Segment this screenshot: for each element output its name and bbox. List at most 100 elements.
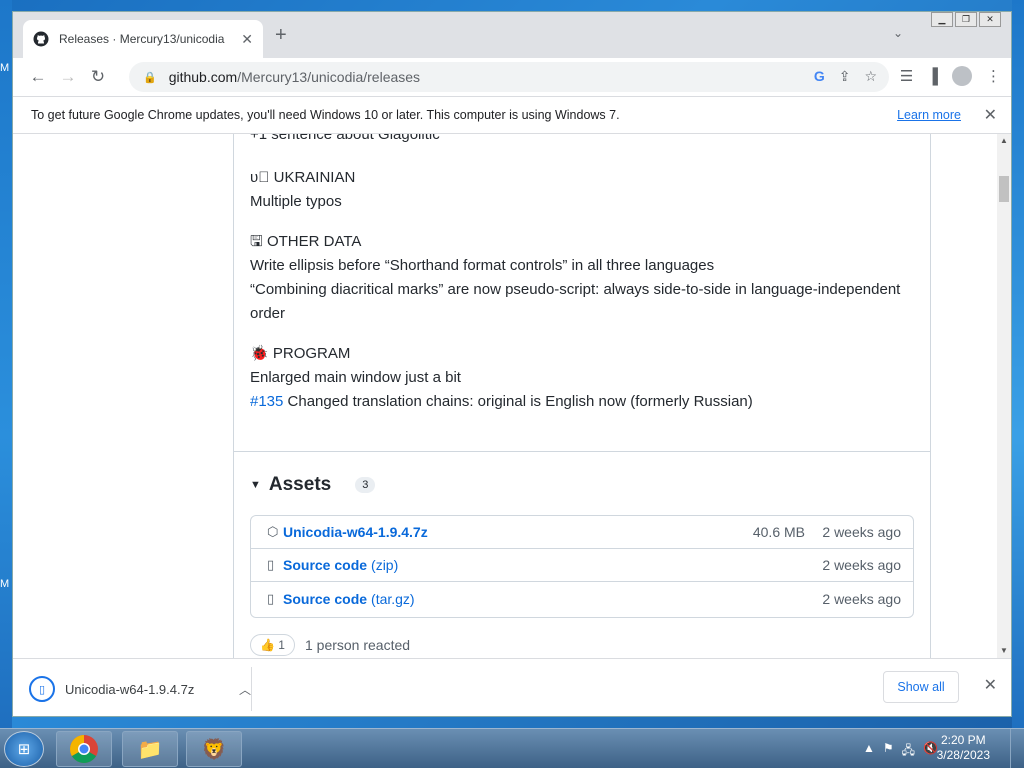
reaction-button[interactable]: 👍 1 xyxy=(250,634,295,656)
minimize-button[interactable]: ▁ xyxy=(931,12,953,27)
file-icon: ▯ xyxy=(29,676,55,702)
desktop-background-right xyxy=(1012,0,1024,728)
issue-link[interactable]: #135 xyxy=(250,393,283,410)
google-icon[interactable]: G xyxy=(814,68,825,85)
scrollbar-thumb[interactable] xyxy=(999,176,1009,202)
tab-title: Releases · Mercury13/unicodia xyxy=(59,32,225,46)
url-host: github.com xyxy=(168,69,238,85)
folder-icon: 📁 xyxy=(137,738,163,761)
show-all-button[interactable]: Show all xyxy=(883,671,959,703)
release-card: +1 sentence about Glagolitic ᴜ⃞ UKRAINIA… xyxy=(233,134,931,658)
section-heading: PROGRAM xyxy=(272,345,351,362)
show-desktop-button[interactable] xyxy=(1010,729,1024,768)
reading-list-icon[interactable]: ☰ xyxy=(900,67,913,85)
back-icon[interactable]: ← xyxy=(23,67,53,87)
asset-row: ▯ Source code (tar.gz) 2 weeks ago xyxy=(251,582,913,615)
release-note-line: “Combining diacritical marks” are now ps… xyxy=(250,281,901,322)
new-tab-icon[interactable]: + xyxy=(275,24,287,47)
scroll-down-arrow-icon[interactable]: ▼ xyxy=(997,644,1011,658)
lock-icon[interactable]: 🔒 xyxy=(143,71,157,84)
release-section-ukrainian: ᴜ⃞ UKRAINIAN Multiple typos xyxy=(250,166,910,214)
close-infobar-icon[interactable]: ✕ xyxy=(984,105,997,125)
section-heading: UKRAINIAN xyxy=(273,169,356,186)
start-button[interactable]: ⊞ xyxy=(4,731,44,767)
update-infobar: To get future Google Chrome updates, you… xyxy=(13,96,1011,134)
asset-date: 2 weeks ago xyxy=(822,524,901,540)
close-tab-icon[interactable]: ✕ xyxy=(241,31,253,48)
bookmark-star-icon[interactable]: ☆ xyxy=(864,68,877,85)
system-tray: ▲ ⚑ 🖧 🔇 xyxy=(863,741,938,762)
profile-avatar[interactable] xyxy=(952,66,972,86)
network-icon[interactable]: 🖧 xyxy=(902,741,915,762)
close-download-bar-icon[interactable]: ✕ xyxy=(984,675,997,695)
file-zip-icon: ▯ xyxy=(267,590,275,606)
asset-name: Source code xyxy=(283,590,368,607)
brave-lion-icon: 🦁 xyxy=(201,738,227,761)
desktop-icon-label[interactable]: M xyxy=(0,578,9,590)
release-note-line: Changed translation chains: original is … xyxy=(283,393,753,410)
assets-list: ⬡ Unicodia-w64-1.9.4.7z 40.6 MB 2 weeks … xyxy=(250,515,914,618)
clock[interactable]: 2:20 PM 3/28/2023 xyxy=(937,733,990,763)
release-section-other-data: 🖫 OTHER DATA Write ellipsis before “Shor… xyxy=(250,230,910,326)
reload-icon[interactable]: ↻ xyxy=(83,67,113,87)
asset-link[interactable]: Source code (zip) xyxy=(283,557,398,573)
forward-icon[interactable]: → xyxy=(53,67,83,87)
download-filename: Unicodia-w64-1.9.4.7z xyxy=(65,681,195,697)
package-icon: ⬡ xyxy=(267,524,279,539)
thumbs-up-icon: 👍 xyxy=(260,638,275,652)
taskbar-chrome[interactable] xyxy=(56,731,112,767)
share-icon[interactable]: ⇪ xyxy=(839,68,851,85)
taskbar-explorer[interactable]: 📁 xyxy=(122,731,178,767)
page-scrollbar[interactable]: ▲ ▼ xyxy=(997,134,1011,658)
close-window-button[interactable]: ✕ xyxy=(979,12,1001,27)
desktop-icon-label[interactable]: M xyxy=(0,62,9,74)
release-note-line: Enlarged main window just a bit xyxy=(250,369,461,386)
browser-window: ▁ ❐ ✕ Releases · Mercury13/unicodia ✕ + … xyxy=(12,11,1012,717)
asset-format: (tar.gz) xyxy=(371,590,415,607)
scroll-up-arrow-icon[interactable]: ▲ xyxy=(997,134,1011,148)
release-note-line: Multiple typos xyxy=(250,193,342,210)
download-separator xyxy=(251,667,252,711)
asset-format: (zip) xyxy=(371,557,399,573)
section-heading: OTHER DATA xyxy=(266,233,362,250)
side-panel-icon[interactable]: ▐ xyxy=(927,68,938,85)
assets-count-badge: 3 xyxy=(355,477,376,493)
address-bar[interactable]: 🔒 github.com/Mercury13/unicodia/releases… xyxy=(129,62,889,92)
section-divider xyxy=(234,451,930,452)
clock-date: 3/28/2023 xyxy=(936,748,990,762)
download-item[interactable]: ▯ Unicodia-w64-1.9.4.7z ︿ xyxy=(29,671,251,707)
release-section-program: 🐞 PROGRAM Enlarged main window just a bi… xyxy=(250,342,910,414)
toolbar: ← → ↻ 🔒 github.com/Mercury13/unicodia/re… xyxy=(13,58,1011,96)
download-bar: ▯ Unicodia-w64-1.9.4.7z ︿ Show all ✕ xyxy=(13,658,1011,716)
caret-down-icon: ▼ xyxy=(250,479,261,491)
tray-expand-icon[interactable]: ▲ xyxy=(863,741,875,762)
assets-toggle[interactable]: ▼ Assets 3 xyxy=(250,474,376,496)
assets-title: Assets xyxy=(268,474,332,495)
asset-row: ▯ Source code (zip) 2 weeks ago xyxy=(251,549,913,582)
menu-kebab-icon[interactable]: ⋮ xyxy=(986,67,1001,85)
reaction-count: 1 xyxy=(278,638,285,652)
asset-date: 2 weeks ago xyxy=(822,590,901,607)
restore-button[interactable]: ❐ xyxy=(955,12,977,27)
asset-link[interactable]: Source code (tar.gz) xyxy=(283,591,415,607)
clock-time: 2:20 PM xyxy=(940,733,986,747)
asset-link[interactable]: Unicodia-w64-1.9.4.7z xyxy=(283,524,428,540)
action-center-flag-icon[interactable]: ⚑ xyxy=(883,741,894,762)
github-icon xyxy=(33,31,49,47)
chrome-icon xyxy=(70,735,98,763)
floppy-icon: 🖫 xyxy=(250,233,263,250)
page-viewport: +1 sentence about Glagolitic ᴜ⃞ UKRAINIA… xyxy=(13,134,999,658)
asset-date: 2 weeks ago xyxy=(822,557,901,573)
desktop-background-left xyxy=(0,0,12,728)
reaction-summary: 1 person reacted xyxy=(304,637,411,653)
file-zip-icon: ▯ xyxy=(267,557,275,572)
url-path: /Mercury13/unicodia/releases xyxy=(237,69,421,85)
tab-strip: Releases · Mercury13/unicodia ✕ + ⌄ xyxy=(13,12,1011,58)
asset-row: ⬡ Unicodia-w64-1.9.4.7z 40.6 MB 2 weeks … xyxy=(251,516,913,549)
chevron-up-icon[interactable]: ︿ xyxy=(239,681,251,698)
tab-search-icon[interactable]: ⌄ xyxy=(893,26,903,40)
learn-more-link[interactable]: Learn more xyxy=(897,108,961,122)
reactions: 👍 1 1 person reacted xyxy=(250,634,410,656)
browser-tab[interactable]: Releases · Mercury13/unicodia ✕ xyxy=(23,20,263,58)
taskbar-brave[interactable]: 🦁 xyxy=(186,731,242,767)
